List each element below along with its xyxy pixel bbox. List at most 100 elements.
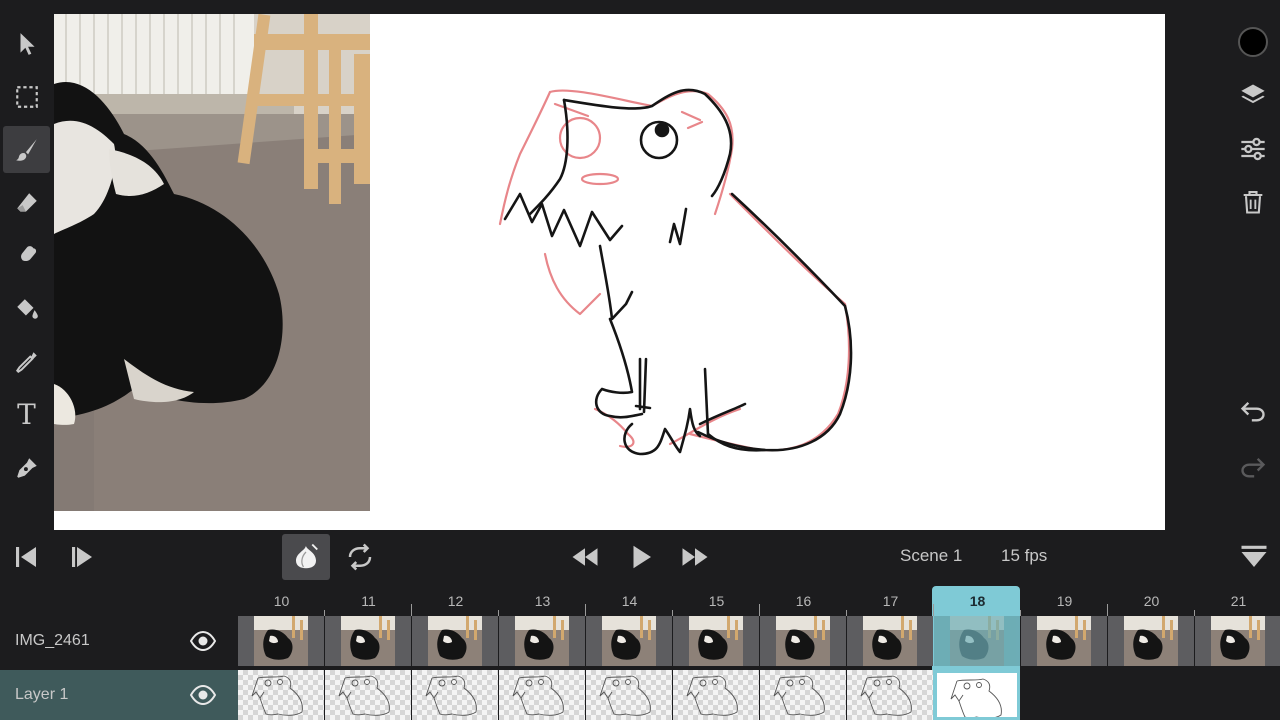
fast-forward-button[interactable] bbox=[676, 534, 714, 580]
timeline-cell[interactable] bbox=[673, 616, 759, 666]
layer-label-img[interactable]: IMG_2461 bbox=[0, 616, 238, 666]
frame-number[interactable]: 15 bbox=[673, 593, 760, 609]
photo-thumbnail bbox=[602, 616, 656, 666]
photo-layer-cells bbox=[238, 616, 1280, 666]
drawing-thumbnail bbox=[425, 675, 477, 716]
onion-skin-layer bbox=[498, 89, 851, 452]
frame-number[interactable]: 20 bbox=[1108, 593, 1195, 609]
timeline-cell[interactable] bbox=[760, 616, 846, 666]
onion-skin-button[interactable] bbox=[282, 534, 330, 580]
timeline-cell[interactable] bbox=[586, 616, 672, 666]
frame-number[interactable]: 16 bbox=[760, 593, 847, 609]
animation-app: T Scene 1 15 fps 10 11 12 13 14 15 16 17… bbox=[0, 0, 1280, 720]
drawing-canvas[interactable] bbox=[54, 14, 1165, 530]
eye-icon[interactable] bbox=[190, 683, 216, 707]
drawing-thumbnail bbox=[338, 675, 390, 716]
timeline-cell[interactable] bbox=[238, 616, 324, 666]
photo-thumbnail bbox=[776, 616, 830, 666]
timeline-cell[interactable] bbox=[412, 616, 498, 666]
timeline-cell[interactable] bbox=[847, 670, 933, 720]
onion-icon bbox=[296, 543, 318, 569]
select-tool-button[interactable] bbox=[3, 20, 50, 67]
timeline-cell[interactable] bbox=[412, 670, 498, 720]
layer-label-layer1[interactable]: Layer 1 bbox=[0, 670, 238, 720]
eye-icon[interactable] bbox=[190, 629, 216, 653]
color-swatch bbox=[1238, 27, 1268, 57]
timeline-cell[interactable] bbox=[934, 616, 1020, 666]
redo-button[interactable] bbox=[1236, 450, 1270, 484]
loop-button[interactable] bbox=[342, 534, 378, 580]
step-back-icon bbox=[16, 547, 36, 567]
timeline-cell[interactable] bbox=[847, 616, 933, 666]
frame-number[interactable]: 18 bbox=[934, 593, 1021, 609]
eraser-icon bbox=[16, 192, 37, 212]
drawing-thumbnail bbox=[512, 675, 564, 716]
paint-bucket-icon bbox=[16, 298, 38, 319]
left-toolbar: T bbox=[0, 14, 54, 530]
frame-number[interactable]: 21 bbox=[1195, 593, 1280, 609]
play-icon bbox=[633, 545, 651, 569]
layer-row-layer1: Layer 1 bbox=[0, 670, 1280, 720]
photo-thumbnail bbox=[863, 616, 917, 666]
next-frame-button[interactable] bbox=[64, 534, 100, 580]
eraser-tool-button[interactable] bbox=[3, 179, 50, 226]
photo-thumbnail bbox=[1211, 616, 1265, 666]
drawing-thumbnail bbox=[860, 675, 912, 716]
fill-tool-button[interactable] bbox=[3, 285, 50, 332]
smudge-tool-button[interactable] bbox=[3, 232, 50, 279]
fps-setting[interactable]: 15 fps bbox=[1001, 546, 1047, 566]
timeline: 10 11 12 13 14 15 16 17 18 19 20 21 IMG_2461 Layer … bbox=[0, 586, 1280, 720]
playback-bar: Scene 1 15 fps bbox=[0, 530, 1280, 586]
rewind-button[interactable] bbox=[566, 534, 604, 580]
timeline-cell[interactable] bbox=[760, 670, 846, 720]
collapse-down-icon bbox=[1241, 545, 1267, 567]
timeline-cell[interactable] bbox=[673, 670, 759, 720]
color-picker-button[interactable] bbox=[1236, 25, 1270, 59]
select-arrow-icon bbox=[20, 32, 35, 55]
layers-button[interactable] bbox=[1236, 78, 1270, 112]
pen-tool-button[interactable] bbox=[3, 444, 50, 491]
layer-name: Layer 1 bbox=[15, 686, 69, 703]
current-frame-strokes bbox=[503, 88, 853, 456]
timeline-cell[interactable] bbox=[499, 670, 585, 720]
play-button[interactable] bbox=[624, 534, 658, 580]
reference-photo bbox=[54, 14, 370, 511]
collapse-timeline-button[interactable] bbox=[1236, 534, 1272, 580]
delete-button[interactable] bbox=[1236, 185, 1270, 219]
redo-icon bbox=[1241, 458, 1266, 478]
timeline-cell[interactable] bbox=[325, 670, 411, 720]
timeline-cell[interactable] bbox=[1021, 616, 1107, 666]
photo-thumbnail bbox=[341, 616, 395, 666]
brush-tool-button[interactable] bbox=[3, 126, 50, 173]
timeline-cell[interactable] bbox=[1108, 616, 1194, 666]
rewind-icon bbox=[572, 548, 598, 566]
timeline-cell[interactable] bbox=[499, 616, 585, 666]
timeline-cell[interactable] bbox=[1195, 616, 1280, 666]
frame-ruler[interactable]: 10 11 12 13 14 15 16 17 18 19 20 21 bbox=[238, 586, 1280, 616]
undo-icon bbox=[1240, 402, 1265, 422]
step-forward-icon bbox=[72, 547, 92, 567]
fast-forward-icon bbox=[682, 548, 708, 566]
timeline-cell[interactable] bbox=[586, 670, 672, 720]
frame-number[interactable]: 19 bbox=[1021, 593, 1108, 609]
text-tool-button[interactable]: T bbox=[3, 391, 50, 438]
timeline-cell[interactable] bbox=[238, 670, 324, 720]
marquee-select-icon bbox=[15, 85, 38, 108]
frame-number[interactable]: 12 bbox=[412, 593, 499, 609]
frame-number[interactable]: 17 bbox=[847, 593, 934, 609]
scene-selector[interactable]: Scene 1 bbox=[900, 546, 962, 566]
previous-frame-button[interactable] bbox=[8, 534, 44, 580]
frame-number[interactable]: 11 bbox=[325, 593, 412, 609]
eyedropper-tool-button[interactable] bbox=[3, 338, 50, 385]
frame-number[interactable]: 13 bbox=[499, 593, 586, 609]
timeline-cell[interactable] bbox=[325, 616, 411, 666]
adjustments-button[interactable] bbox=[1236, 132, 1270, 166]
undo-button[interactable] bbox=[1236, 394, 1270, 428]
photo-thumbnail bbox=[1124, 616, 1178, 666]
timeline-cell[interactable] bbox=[934, 670, 1020, 720]
frame-number[interactable]: 10 bbox=[238, 593, 325, 609]
eyedropper-icon bbox=[15, 351, 37, 373]
frame-number[interactable]: 14 bbox=[586, 593, 673, 609]
photo-thumbnail bbox=[1037, 616, 1091, 666]
marquee-tool-button[interactable] bbox=[3, 73, 50, 120]
